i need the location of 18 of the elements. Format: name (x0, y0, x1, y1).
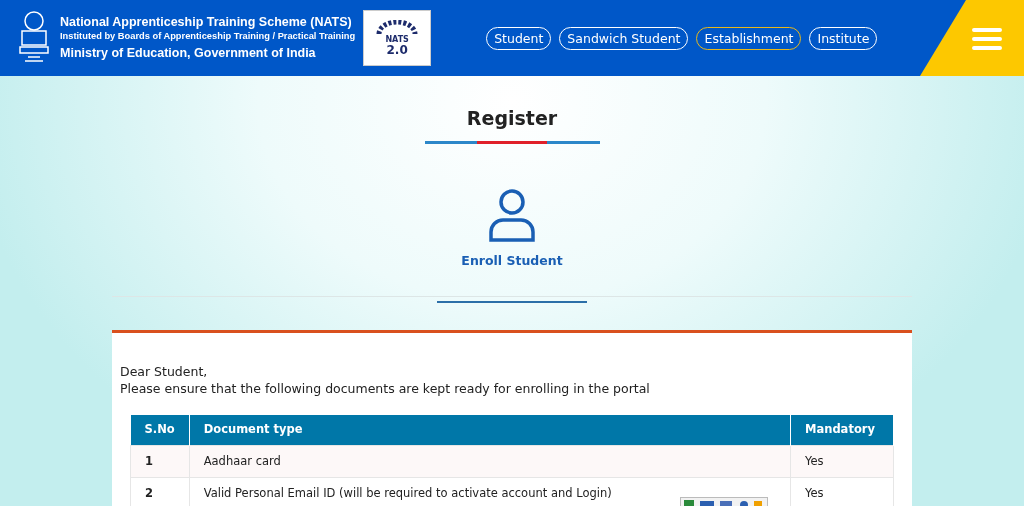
gear-icon (375, 20, 420, 34)
logo-text: NATS (385, 36, 409, 44)
table-cell: Aadhaar card (189, 445, 791, 478)
notice-text: Please ensure that the following documents are kept ready for enrolling in the portal (120, 380, 651, 398)
greeting-text: Dear Student, (120, 363, 209, 381)
scheme-subtitle: Instituted by Boards of Apprenticeship Training / Practical Training (60, 29, 356, 43)
column-header: Mandatory (790, 415, 894, 445)
column-header: S.No (130, 415, 190, 445)
enroll-link[interactable]: Enroll Student (461, 251, 563, 271)
user-icon[interactable] (488, 187, 536, 244)
page-title: Register (466, 106, 558, 131)
logo-version: 2.0 (386, 44, 408, 56)
table-cell: 2 (130, 477, 190, 506)
ministry-name: Ministry of Education, Government of India (60, 44, 317, 62)
scheme-title: National Apprenticeship Training Scheme (NATS) (60, 13, 353, 30)
table-cell: Yes (790, 445, 894, 478)
column-header: Document type (189, 415, 791, 445)
table-cell: 1 (130, 445, 190, 478)
